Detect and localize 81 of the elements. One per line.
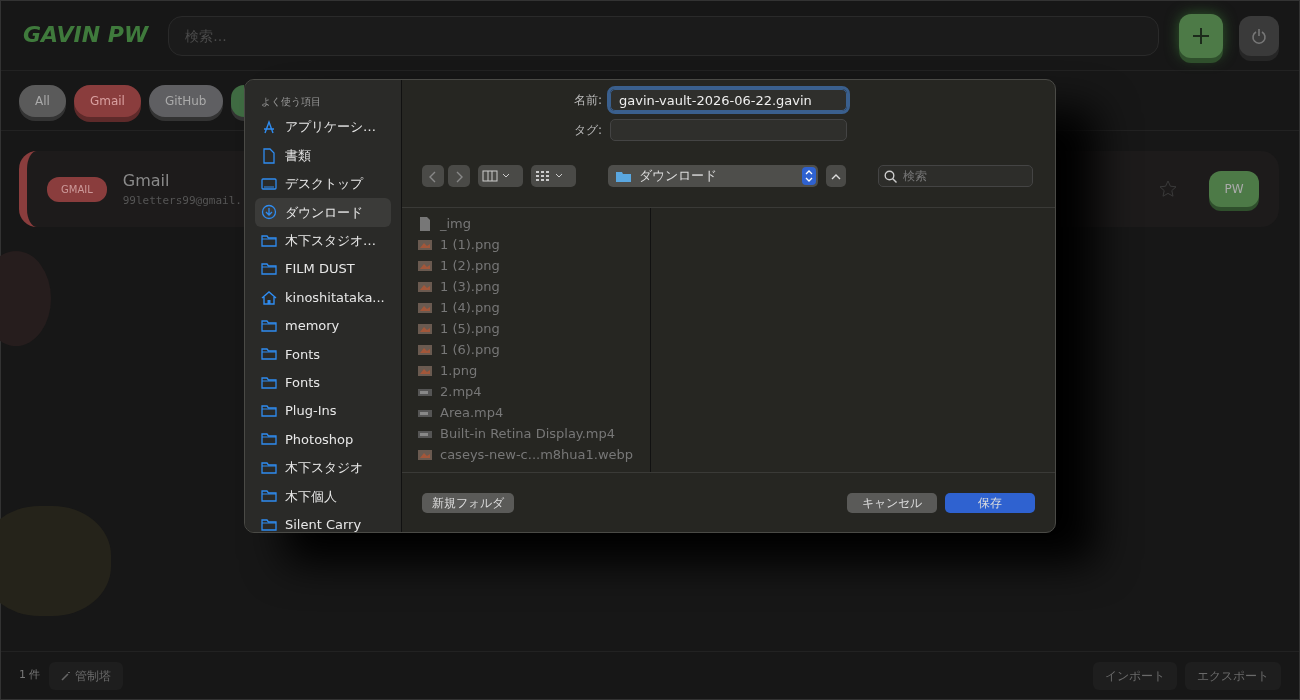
folder-icon <box>261 232 277 249</box>
column-view-button[interactable] <box>478 165 523 187</box>
stepper-icon <box>802 167 816 185</box>
file-item[interactable]: 2.mp4 <box>418 381 650 403</box>
sidebar-item[interactable]: 木下スタジオ… <box>255 226 391 255</box>
back-button[interactable] <box>422 165 444 187</box>
tags-label: タグ: <box>572 122 602 139</box>
file-item[interactable]: Built-in Retina Display.mp4 <box>418 423 650 445</box>
document-icon <box>418 216 432 233</box>
cancel-button[interactable]: キャンセル <box>847 492 937 513</box>
wand-icon <box>60 670 71 681</box>
search-field[interactable]: 検索 <box>878 165 1033 187</box>
logo: GAVIN PW <box>22 21 150 50</box>
icon-view-button[interactable] <box>531 165 576 187</box>
folder-icon <box>616 170 631 182</box>
folder-icon <box>261 431 277 448</box>
file-item[interactable]: _img <box>418 213 650 235</box>
tags-field[interactable] <box>610 119 847 141</box>
file-item[interactable]: caseys-new-c...m8hua1.webp <box>418 444 650 466</box>
star-icon[interactable] <box>1159 180 1177 198</box>
columns-icon <box>482 170 498 182</box>
filter-chip[interactable] <box>230 84 244 117</box>
import-button[interactable]: インポート <box>1093 661 1177 690</box>
caret-icon <box>555 173 563 179</box>
entry-title: Gmail <box>122 169 171 192</box>
chevron-right-icon <box>455 170 463 183</box>
location-popup[interactable]: ダウンロード <box>608 165 818 187</box>
sidebar-item[interactable]: FILM DUST <box>255 254 391 284</box>
sidebar-item[interactable]: Fonts <box>255 368 391 397</box>
entry-email: 99letters99@gmail. <box>122 192 242 209</box>
file-item[interactable]: 1 (1).png <box>418 234 650 256</box>
sidebar-item[interactable]: Photoshop <box>255 425 391 454</box>
apps-icon <box>261 119 277 136</box>
sidebar-item[interactable]: アプリケーシ… <box>255 113 391 142</box>
chevron-left-icon <box>429 170 437 183</box>
desktop-icon <box>261 175 277 192</box>
sidebar-heading: よく使う項目 <box>260 95 322 109</box>
document-icon <box>261 147 277 164</box>
download-icon <box>261 204 277 221</box>
admin-button[interactable]: 管制塔 <box>48 661 123 690</box>
folder-icon <box>261 459 277 476</box>
forward-button[interactable] <box>448 165 470 187</box>
power-icon <box>1251 27 1267 44</box>
caret-icon <box>502 173 510 179</box>
name-field[interactable]: gavin-vault-2026-06-22.gavin <box>610 89 847 111</box>
export-button[interactable]: エクスポート <box>1185 661 1281 690</box>
folder-icon <box>261 374 277 391</box>
file-item[interactable]: 1 (2).png <box>418 255 650 277</box>
folder-icon <box>261 403 277 420</box>
sidebar-item[interactable]: Plug-Ins <box>255 396 391 426</box>
folder-icon <box>261 516 277 532</box>
sidebar-item[interactable]: 木下スタジオ <box>255 453 391 483</box>
file-item[interactable]: 1 (4).png <box>418 297 650 319</box>
folder-icon <box>261 261 277 278</box>
file-item[interactable]: 1 (6).png <box>418 339 650 361</box>
file-item[interactable]: 1.png <box>418 360 650 382</box>
file-item[interactable]: 1 (3).png <box>418 276 650 298</box>
sidebar-item[interactable]: kinoshitataka... <box>255 283 391 312</box>
file-item[interactable]: Area.mp4 <box>418 402 650 424</box>
file-item[interactable]: 1 (5).png <box>418 318 650 340</box>
grid-icon <box>535 170 551 182</box>
plus-icon <box>1192 26 1210 45</box>
new-folder-button[interactable]: 新規フォルダ <box>422 492 514 513</box>
up-button[interactable] <box>826 165 846 187</box>
name-label: 名前: <box>572 92 602 109</box>
sidebar-item[interactable]: 書類 <box>255 141 391 170</box>
sidebar-item[interactable]: デスクトップ <box>255 169 391 199</box>
sidebar-item[interactable]: 木下個人 <box>255 482 391 511</box>
item-count: 1 件 <box>19 667 41 684</box>
sidebar-item[interactable]: Fonts <box>255 340 391 369</box>
folder-icon <box>261 488 277 505</box>
sidebar-item[interactable]: Silent Carry <box>255 510 391 532</box>
tag: GMAIL <box>47 176 107 202</box>
search-icon <box>884 170 897 183</box>
sidebar-item[interactable]: memory <box>255 311 391 341</box>
home-icon <box>261 289 277 306</box>
sidebar-item[interactable]: ダウンロード <box>255 198 391 227</box>
folder-icon <box>261 346 277 363</box>
folder-icon <box>261 317 277 334</box>
save-button[interactable]: 保存 <box>945 492 1035 513</box>
chevron-up-icon <box>831 173 841 180</box>
